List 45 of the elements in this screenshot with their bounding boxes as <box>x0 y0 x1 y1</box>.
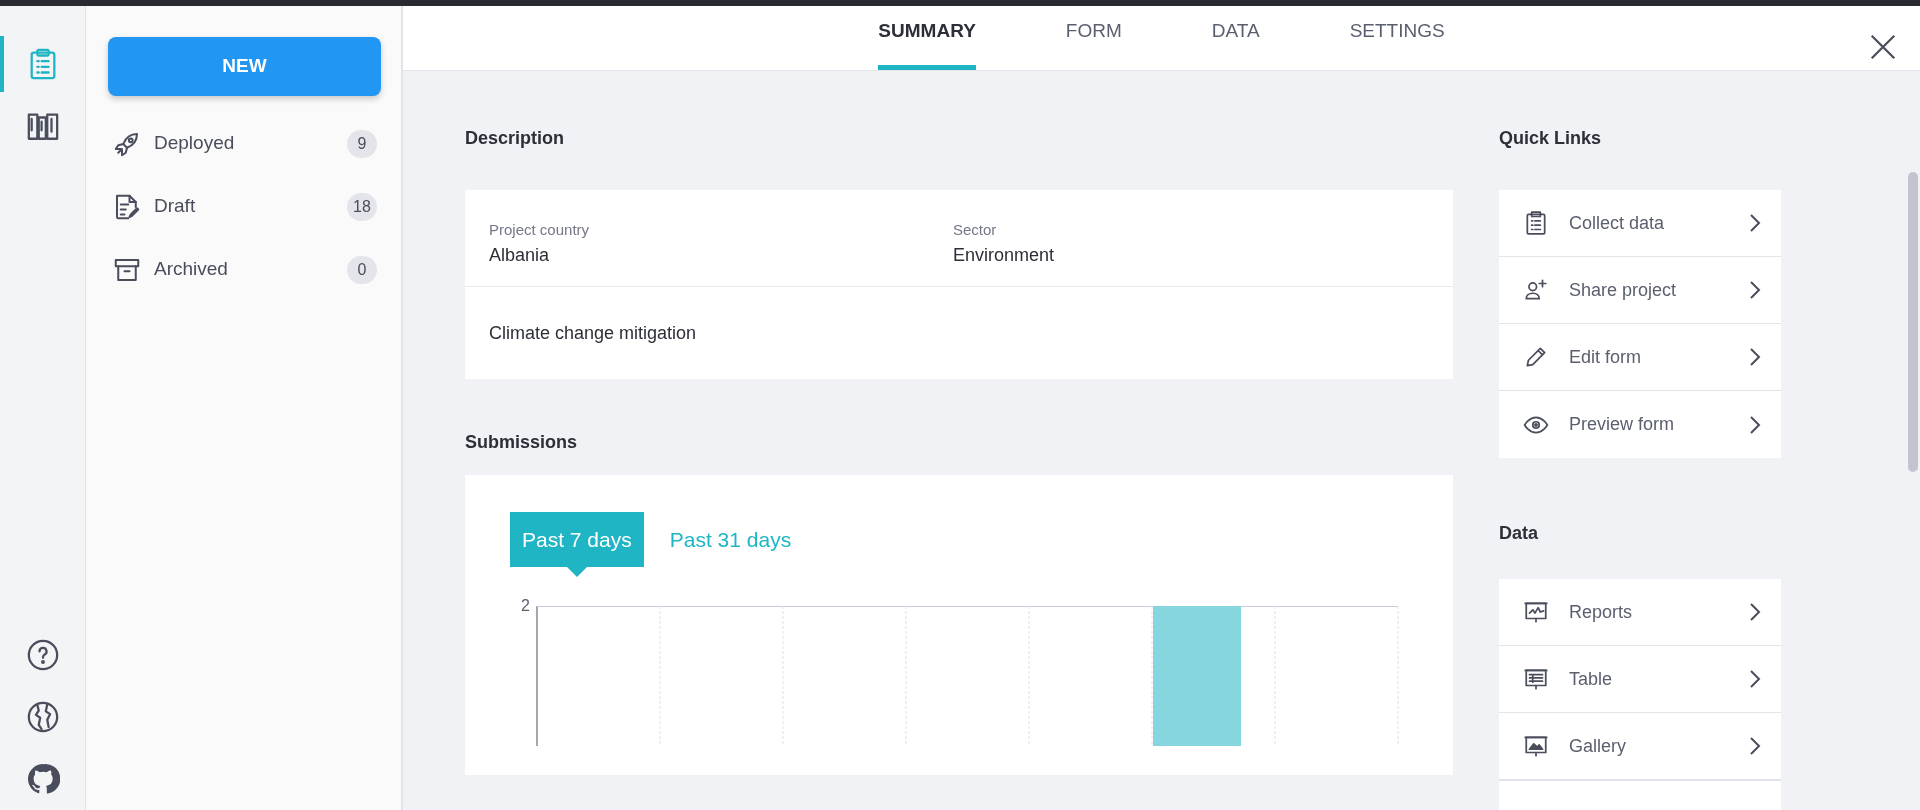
quick-link[interactable]: Collect data <box>1499 190 1781 257</box>
help-icon[interactable] <box>25 638 60 672</box>
chevron-right-icon <box>1747 602 1763 622</box>
field-value: Albania <box>489 244 550 267</box>
field-label: Sector <box>953 220 997 240</box>
chevron-right-icon <box>1747 347 1763 367</box>
quick-link[interactable]: Table <box>1499 646 1781 713</box>
section-heading: Description <box>465 127 565 150</box>
chart-board-icon <box>1523 599 1549 625</box>
field-label: Project country <box>489 220 590 240</box>
description-text: Climate change mitigation <box>489 321 697 345</box>
globe-icon[interactable] <box>25 700 60 734</box>
tab[interactable]: SUMMARY <box>878 6 976 70</box>
count-badge: 9 <box>347 129 377 158</box>
close-button[interactable] <box>1868 32 1898 62</box>
quick-link[interactable]: Edit form <box>1499 324 1781 391</box>
sidebar-item[interactable]: Archived <box>154 255 228 284</box>
scrollbar-thumb[interactable] <box>1908 172 1918 472</box>
section-heading: Quick Links <box>1499 127 1602 150</box>
tab[interactable]: FORM <box>1065 6 1122 70</box>
quick-link[interactable]: Reports <box>1499 579 1781 646</box>
picture-board-icon <box>1523 733 1549 759</box>
chevron-right-icon <box>1747 736 1763 756</box>
chevron-right-icon <box>1747 414 1763 435</box>
quick-link[interactable]: Share project <box>1499 257 1781 324</box>
chevron-right-icon <box>1747 213 1763 233</box>
count-badge: 0 <box>347 255 377 284</box>
quick-link[interactable]: Gallery <box>1499 713 1781 780</box>
table-board-icon <box>1523 666 1549 692</box>
tab[interactable]: SETTINGS <box>1349 6 1445 70</box>
clipboard-icon <box>1523 210 1549 236</box>
chevron-right-icon <box>1747 669 1763 689</box>
quick-link[interactable]: Preview form <box>1499 391 1781 458</box>
section-heading: Submissions <box>465 431 578 454</box>
field-value: Environment <box>953 244 1055 267</box>
tab[interactable]: DATA <box>1211 6 1260 70</box>
section-heading: Data <box>1499 522 1538 545</box>
github-icon[interactable] <box>25 762 60 796</box>
sidebar-item[interactable]: Draft <box>154 192 196 221</box>
tab-pointer-icon <box>566 567 587 577</box>
chevron-right-icon <box>1747 280 1763 300</box>
add-user-icon <box>1523 277 1549 303</box>
sidebar-item[interactable]: Deployed <box>154 129 235 158</box>
axis-label: 2 <box>520 598 530 614</box>
count-badge: 18 <box>347 192 377 221</box>
